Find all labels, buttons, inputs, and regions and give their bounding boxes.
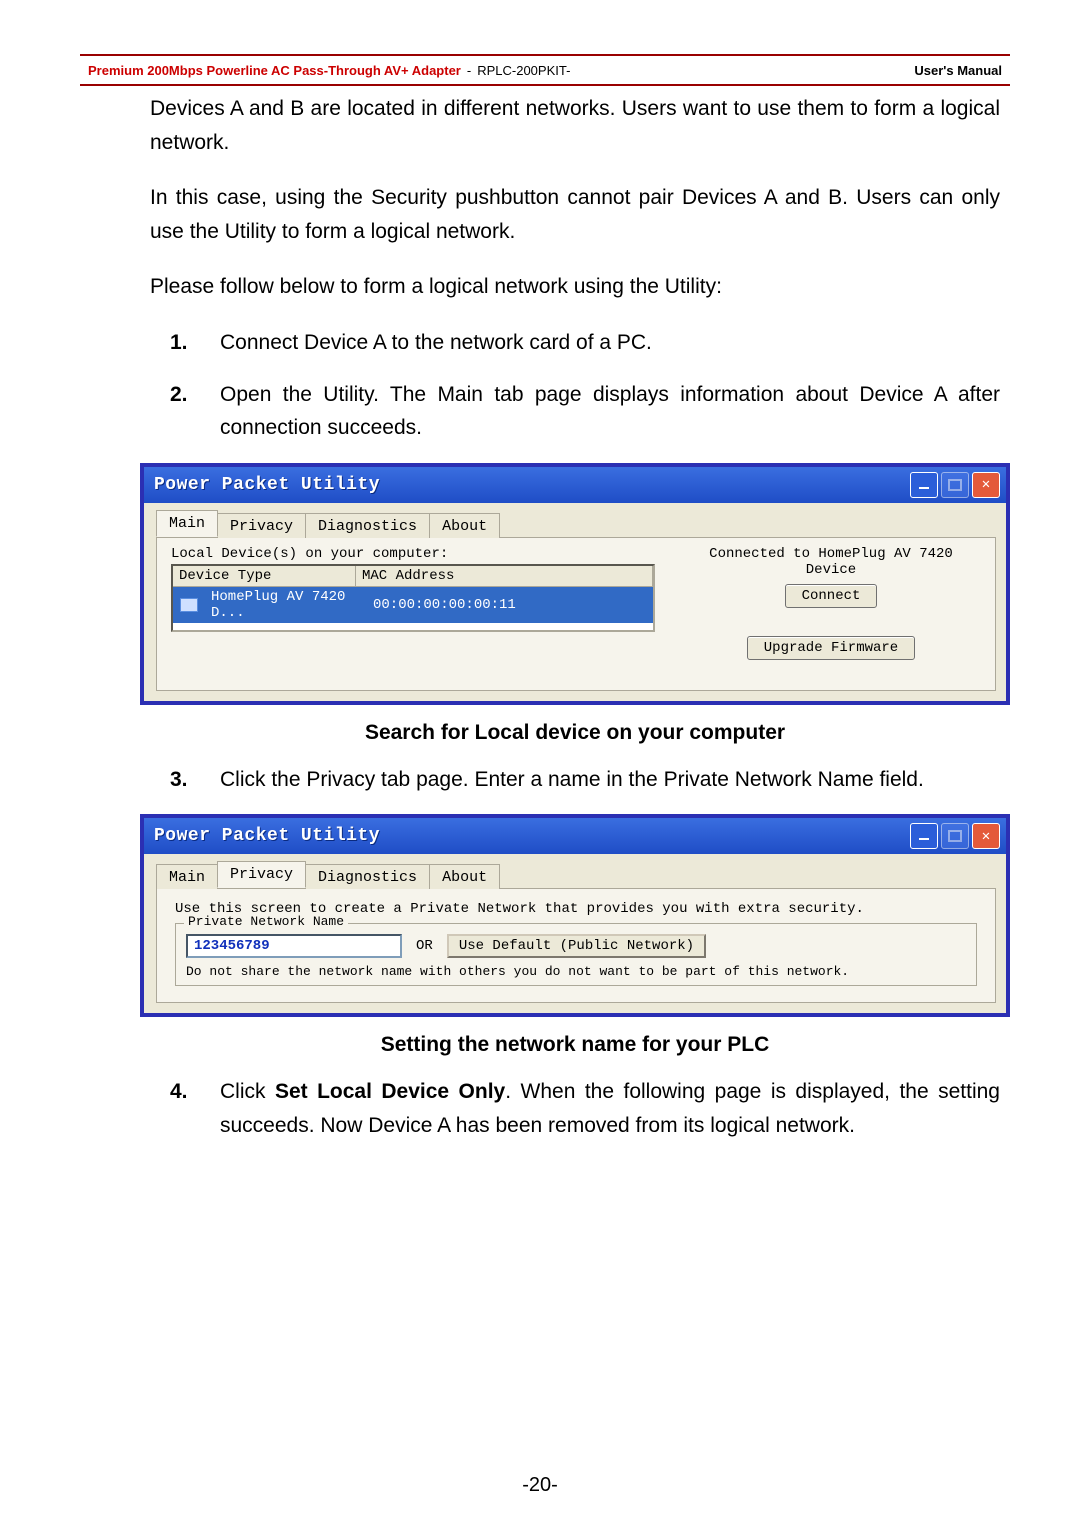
step-4-bold: Set Local Device Only (275, 1080, 505, 1103)
manual-label: User's Manual (914, 63, 1002, 78)
caption-network-name: Setting the network name for your PLC (150, 1033, 1000, 1057)
or-label: OR (416, 938, 433, 954)
window-titlebar-2: Power Packet Utility (144, 818, 1006, 854)
tab-strip: Main Privacy Diagnostics About (156, 509, 996, 538)
tab-about-2[interactable]: About (429, 864, 500, 889)
groupbox-legend: Private Network Name (184, 914, 348, 929)
tab-privacy[interactable]: Privacy (217, 513, 306, 538)
device-icon (173, 594, 205, 616)
step-4-number: 4. (170, 1075, 188, 1109)
window-title-2: Power Packet Utility (154, 826, 380, 846)
column-device-type[interactable]: Device Type (173, 566, 356, 586)
private-network-name-input[interactable]: 123456789 (186, 934, 402, 958)
tab-diagnostics[interactable]: Diagnostics (305, 513, 430, 538)
step-1-text: Connect Device A to the network card of … (220, 331, 652, 354)
device-type-cell: HomePlug AV 7420 D... (205, 587, 367, 623)
tab-diagnostics-2[interactable]: Diagnostics (305, 864, 430, 889)
step-4: 4. Click Set Local Device Only. When the… (150, 1075, 1000, 1142)
window-title: Power Packet Utility (154, 475, 380, 495)
header-dash: - (467, 63, 471, 78)
local-devices-label: Local Device(s) on your computer: (171, 546, 655, 562)
tab-main[interactable]: Main (156, 510, 218, 537)
step-4-text-a: Click (220, 1080, 275, 1103)
privacy-note: Do not share the network name with other… (186, 958, 966, 979)
paragraph-intro-1: Devices A and B are located in different… (150, 92, 1000, 159)
paragraph-intro-3: Please follow below to form a logical ne… (150, 270, 1000, 304)
device-row[interactable]: HomePlug AV 7420 D... 00:00:00:00:00:11 (173, 587, 653, 623)
step-1: 1. Connect Device A to the network card … (150, 326, 1000, 360)
maximize-button-2[interactable] (941, 823, 969, 849)
page-number: -20- (0, 1474, 1080, 1497)
document-header: Premium 200Mbps Powerline AC Pass-Throug… (80, 54, 1010, 86)
use-default-button[interactable]: Use Default (Public Network) (447, 934, 706, 958)
tab-about[interactable]: About (429, 513, 500, 538)
maximize-button[interactable] (941, 472, 969, 498)
step-3-number: 3. (170, 763, 188, 797)
column-mac-address[interactable]: MAC Address (356, 566, 653, 586)
private-network-groupbox: Private Network Name 123456789 OR Use De… (175, 923, 977, 986)
window-titlebar: Power Packet Utility (144, 467, 1006, 503)
upgrade-firmware-button[interactable]: Upgrade Firmware (747, 636, 915, 660)
close-button[interactable] (972, 472, 1000, 498)
tab-privacy-2[interactable]: Privacy (217, 861, 306, 888)
minimize-button-2[interactable] (910, 823, 938, 849)
paragraph-intro-2: In this case, using the Security pushbut… (150, 181, 1000, 248)
tab-main-2[interactable]: Main (156, 864, 218, 889)
close-button-2[interactable] (972, 823, 1000, 849)
connect-button[interactable]: Connect (785, 584, 878, 608)
step-3: 3. Click the Privacy tab page. Enter a n… (150, 763, 1000, 797)
connection-status: Connected to HomePlug AV 7420 Device (681, 546, 981, 578)
screenshot-main-tab: Power Packet Utility Main Privacy Diagno… (140, 463, 1010, 705)
step-1-number: 1. (170, 326, 188, 360)
device-mac-cell: 00:00:00:00:00:11 (367, 595, 522, 615)
step-2-text: Open the Utility. The Main tab page disp… (220, 383, 1000, 440)
screenshot-privacy-tab: Power Packet Utility Main Privacy Diagno… (140, 814, 1010, 1017)
step-2: 2. Open the Utility. The Main tab page d… (150, 378, 1000, 445)
device-list[interactable]: Device Type MAC Address HomePlug AV 7420… (171, 564, 655, 632)
product-name: Premium 200Mbps Powerline AC Pass-Throug… (88, 63, 461, 78)
tab-strip-2: Main Privacy Diagnostics About (156, 860, 996, 889)
minimize-button[interactable] (910, 472, 938, 498)
model-code: RPLC-200PKIT- (477, 63, 570, 78)
step-2-number: 2. (170, 378, 188, 412)
caption-local-device: Search for Local device on your computer (150, 721, 1000, 745)
step-3-text: Click the Privacy tab page. Enter a name… (220, 768, 924, 791)
